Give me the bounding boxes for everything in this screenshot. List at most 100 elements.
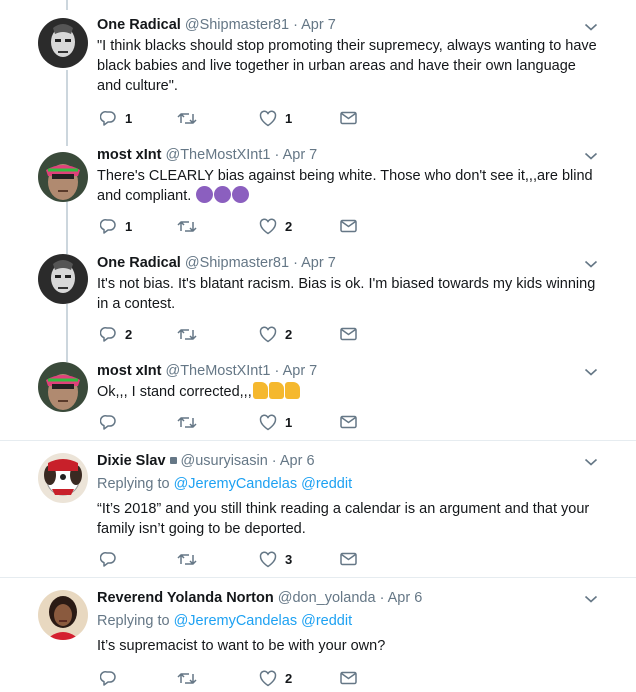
direct-message-button[interactable]	[340, 216, 357, 236]
tweet-header: Reverend Yolanda Norton @don_yolanda · A…	[97, 588, 600, 608]
like-button[interactable]: 2	[259, 668, 292, 688]
avatar[interactable]	[38, 18, 88, 68]
angry-devil-icon	[214, 186, 232, 203]
display-name[interactable]: Reverend Yolanda Norton	[97, 590, 274, 606]
tweet-date[interactable]: Apr 7	[283, 147, 318, 163]
replying-to: Replying to @JeremyCandelas @reddit	[97, 611, 600, 631]
retweet-button[interactable]	[177, 216, 205, 236]
like-count: 2	[285, 326, 293, 342]
tweet-date[interactable]: Apr 6	[388, 590, 423, 606]
tweet-text: Ok,,, I stand corrected,,,	[97, 382, 600, 402]
display-name[interactable]: most xInt	[97, 363, 161, 379]
retweet-button[interactable]	[177, 668, 205, 688]
date-separator: ·	[274, 363, 280, 379]
avatar[interactable]	[38, 590, 88, 640]
chevron-down-icon[interactable]	[584, 367, 598, 377]
tweet-text: There's CLEARLY bias against being white…	[97, 166, 600, 206]
retweet-button[interactable]	[177, 108, 205, 128]
like-count: 2	[285, 218, 293, 234]
chevron-down-icon[interactable]	[584, 457, 598, 467]
tweet[interactable]: most xInt @TheMostXInt1 · Apr 7 There's …	[0, 140, 636, 248]
mention-link[interactable]: @JeremyCandelas @reddit	[174, 613, 353, 629]
reply-icon	[100, 110, 116, 126]
like-count: 1	[285, 110, 293, 126]
display-name[interactable]: One Radical	[97, 255, 181, 271]
user-handle[interactable]: @TheMostXInt1	[165, 363, 270, 379]
tweet-header: One Radical @Shipmaster81 · Apr 7	[97, 253, 600, 273]
angry-devil-icon	[232, 186, 250, 203]
retweet-icon	[177, 553, 197, 565]
retweet-icon	[177, 416, 197, 428]
tweet[interactable]: One Radical @Shipmaster81 · Apr 7 It's n…	[0, 248, 636, 356]
retweet-button[interactable]	[177, 412, 205, 432]
tweet-header: most xInt @TheMostXInt1 · Apr 7	[97, 145, 600, 165]
tweet-date[interactable]: Apr 7	[301, 17, 336, 33]
heart-icon	[259, 217, 277, 234]
direct-message-button[interactable]	[340, 412, 357, 432]
like-button[interactable]: 2	[259, 216, 292, 236]
reply-icon	[100, 670, 116, 686]
reply-button[interactable]: 2	[100, 324, 132, 344]
direct-message-button[interactable]	[340, 108, 357, 128]
tweet-text-body: There's CLEARLY bias against being white…	[97, 168, 593, 204]
avatar[interactable]	[38, 362, 88, 412]
like-button[interactable]: 2	[259, 324, 292, 344]
reply-button[interactable]	[100, 412, 125, 432]
reply-count: 1	[125, 110, 133, 126]
tweet[interactable]: Dixie Slav @usuryisasin · Apr 6 Replying …	[0, 441, 636, 577]
retweet-button[interactable]	[177, 324, 205, 344]
user-handle[interactable]: @TheMostXInt1	[165, 147, 270, 163]
avatar[interactable]	[38, 152, 88, 202]
chevron-down-icon[interactable]	[584, 151, 598, 161]
heart-icon	[259, 669, 277, 686]
user-handle[interactable]: @Shipmaster81	[185, 17, 289, 33]
mention-link[interactable]: @JeremyCandelas @reddit	[174, 476, 353, 492]
reply-button[interactable]	[100, 668, 125, 688]
thumbs-up-icon	[284, 382, 300, 399]
date-separator: ·	[293, 255, 298, 271]
reply-icon	[100, 551, 116, 567]
envelope-icon	[340, 415, 357, 429]
lock-icon	[169, 457, 177, 465]
thumbs-up-icon	[268, 382, 284, 399]
direct-message-button[interactable]	[340, 668, 357, 688]
display-name[interactable]: One Radical	[97, 17, 181, 33]
retweet-icon	[177, 112, 197, 124]
avatar[interactable]	[38, 254, 88, 304]
chevron-down-icon[interactable]	[584, 594, 598, 604]
reply-icon	[100, 218, 116, 234]
display-name[interactable]: Dixie Slav	[97, 453, 166, 469]
user-handle[interactable]: @Shipmaster81	[185, 255, 289, 271]
reply-button[interactable]: 1	[100, 216, 132, 236]
tweet[interactable]: most xInt @TheMostXInt1 · Apr 7 Ok,,, I …	[0, 356, 636, 440]
tweet[interactable]: One Radical @Shipmaster81 · Apr 7 "I thi…	[0, 0, 636, 140]
direct-message-button[interactable]	[340, 324, 357, 344]
envelope-icon	[340, 552, 357, 566]
replying-to-label: Replying to	[97, 613, 170, 629]
tweet[interactable]: Reverend Yolanda Norton @don_yolanda · A…	[0, 578, 636, 692]
tweet-text: "I think blacks should stop promoting th…	[97, 38, 597, 94]
heart-icon	[259, 325, 277, 342]
replying-to: Replying to @JeremyCandelas @reddit	[97, 474, 600, 494]
like-button[interactable]: 3	[259, 549, 292, 569]
user-handle[interactable]: @don_yolanda	[278, 590, 376, 606]
envelope-icon	[340, 327, 357, 341]
like-button[interactable]: 1	[259, 412, 292, 432]
heart-icon	[259, 109, 277, 126]
reply-button[interactable]: 1	[100, 108, 132, 128]
avatar[interactable]	[38, 453, 88, 503]
retweet-icon	[177, 328, 197, 340]
direct-message-button[interactable]	[340, 549, 357, 569]
retweet-icon	[177, 220, 197, 232]
tweet-date[interactable]: Apr 6	[280, 453, 315, 469]
tweet-header: Dixie Slav @usuryisasin · Apr 6	[97, 451, 600, 471]
display-name[interactable]: most xInt	[97, 147, 161, 163]
like-button[interactable]: 1	[259, 108, 292, 128]
tweet-date[interactable]: Apr 7	[283, 363, 318, 379]
chevron-down-icon[interactable]	[584, 259, 598, 269]
tweet-date[interactable]: Apr 7	[301, 255, 336, 271]
user-handle[interactable]: @usuryisasin	[181, 453, 268, 469]
chevron-down-icon[interactable]	[584, 22, 598, 32]
reply-button[interactable]	[100, 549, 125, 569]
retweet-button[interactable]	[177, 549, 205, 569]
